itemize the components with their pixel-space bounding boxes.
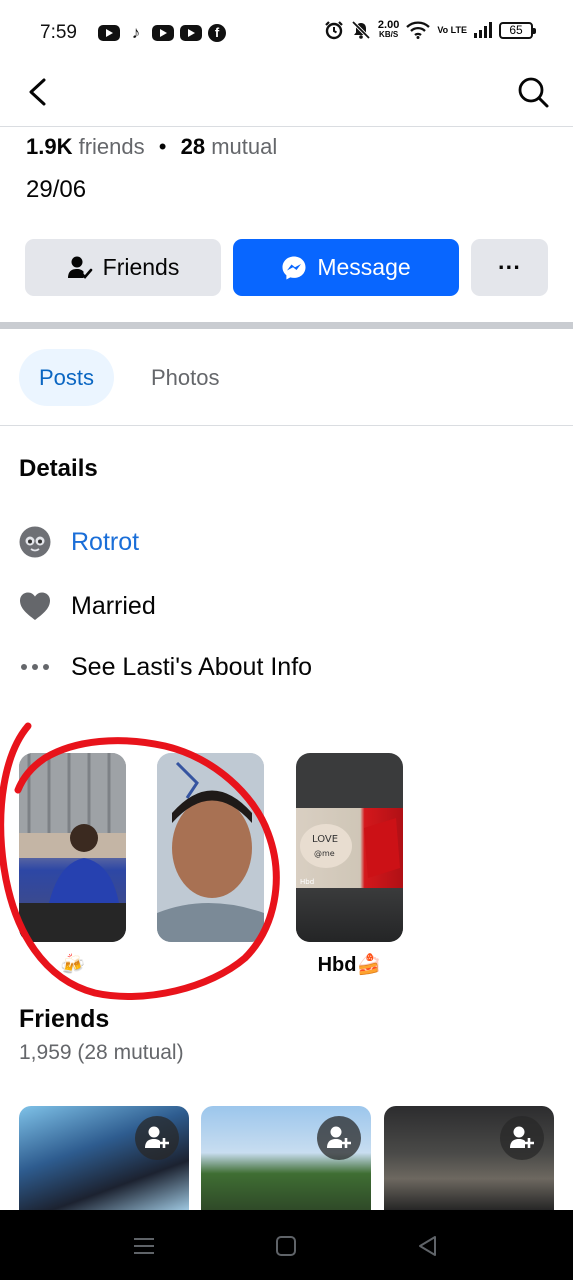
more-dots-icon: ···	[498, 254, 521, 280]
detail-relationship: Married	[19, 586, 156, 626]
recent-apps-button[interactable]	[130, 1232, 158, 1260]
back-arrow-icon	[29, 78, 46, 106]
page-link-label: Rotrot	[71, 527, 140, 556]
relationship-label: Married	[71, 591, 156, 620]
mutual-word: mutual	[211, 134, 278, 159]
wifi-icon	[406, 21, 431, 39]
tab-posts[interactable]: Posts	[19, 349, 115, 406]
featured-story-label: 🍻	[60, 954, 85, 976]
add-friend-icon	[145, 1126, 169, 1148]
mutual-count: 28	[180, 134, 206, 159]
featured-story-3[interactable]: LOVE @me Hbd	[296, 753, 403, 942]
friends-count: 1.9K	[26, 134, 73, 159]
separator-dot: •	[158, 134, 167, 159]
search-button[interactable]	[515, 74, 551, 110]
tab-photos[interactable]: Photos	[131, 349, 240, 406]
featured-story-label: Hbd🍰	[317, 954, 382, 976]
svg-text:Hbd: Hbd	[300, 878, 314, 886]
section-divider	[0, 322, 573, 329]
story-photo	[157, 753, 264, 942]
volte-indicator: Vo LTE	[437, 24, 467, 35]
system-icons: 2.00 KB/S Vo LTE 65	[324, 20, 536, 40]
friends-button[interactable]: Friends	[25, 239, 221, 296]
top-app-bar	[0, 64, 573, 127]
youtube-icon	[98, 25, 120, 41]
more-options-button[interactable]: ···	[471, 239, 548, 296]
page-avatar-icon	[19, 526, 51, 558]
about-info-label: See Lasti's About Info	[71, 652, 313, 681]
status-bar: 7:59 ♪ f 2.00 KB/S Vo LTE 65	[0, 0, 573, 64]
net-speed-unit: KB/S	[379, 30, 399, 39]
system-nav-bar	[0, 1210, 573, 1280]
signal-icon	[474, 22, 492, 38]
story-photo-bottom	[296, 888, 403, 942]
status-time: 7:59	[40, 22, 77, 43]
more-dots-icon	[19, 651, 51, 683]
add-friend-button[interactable]	[317, 1116, 361, 1160]
friend-check-icon	[67, 256, 92, 279]
add-friend-button[interactable]	[135, 1116, 179, 1160]
net-speed: 2.00 KB/S	[378, 20, 399, 40]
back-button[interactable]	[20, 74, 56, 110]
alarm-icon	[325, 21, 343, 40]
friend-stats: 1.9K friends • 28 mutual	[26, 134, 277, 160]
story-photo: LOVE @me Hbd	[296, 808, 403, 888]
youtube-icon	[180, 25, 202, 41]
friend-card[interactable]	[384, 1106, 554, 1210]
facebook-icon: f	[208, 24, 226, 42]
nav-back-button[interactable]	[414, 1232, 442, 1260]
featured-story-1[interactable]	[19, 753, 126, 942]
profile-tabs: Posts Photos	[0, 329, 573, 426]
add-friend-button[interactable]	[500, 1116, 544, 1160]
message-button[interactable]: Message	[233, 239, 459, 296]
add-friend-icon	[327, 1126, 351, 1148]
messenger-icon	[282, 256, 306, 279]
search-icon	[518, 77, 549, 108]
home-button[interactable]	[272, 1232, 300, 1260]
tiktok-icon: ♪	[131, 23, 141, 42]
net-speed-value: 2.00	[377, 19, 400, 31]
friends-button-label: Friends	[102, 254, 180, 280]
mute-icon	[351, 20, 371, 40]
add-friend-icon	[510, 1126, 534, 1148]
notification-icons: ♪ f	[98, 24, 226, 42]
message-button-label: Message	[317, 254, 411, 280]
heart-icon	[19, 590, 51, 622]
svg-text:LOVE: LOVE	[312, 834, 338, 845]
home-square-icon	[276, 1236, 296, 1256]
friend-card[interactable]	[201, 1106, 371, 1210]
battery-icon: 65	[499, 21, 536, 39]
back-triangle-icon	[419, 1236, 436, 1256]
profile-date: 29/06	[26, 176, 87, 203]
see-about-info-link[interactable]: See Lasti's About Info	[19, 647, 312, 687]
friends-count-summary: 1,959 (28 mutual)	[19, 1041, 184, 1064]
details-heading: Details	[19, 455, 98, 482]
featured-story-2[interactable]	[157, 753, 264, 942]
story-photo	[19, 753, 126, 942]
friend-card[interactable]	[19, 1106, 189, 1210]
friends-heading: Friends	[19, 1005, 110, 1033]
detail-page-link[interactable]: Rotrot	[19, 522, 139, 562]
menu-icon	[134, 1238, 154, 1254]
friends-word: friends	[78, 134, 145, 159]
svg-text:@me: @me	[314, 849, 335, 858]
youtube-icon	[152, 25, 174, 41]
